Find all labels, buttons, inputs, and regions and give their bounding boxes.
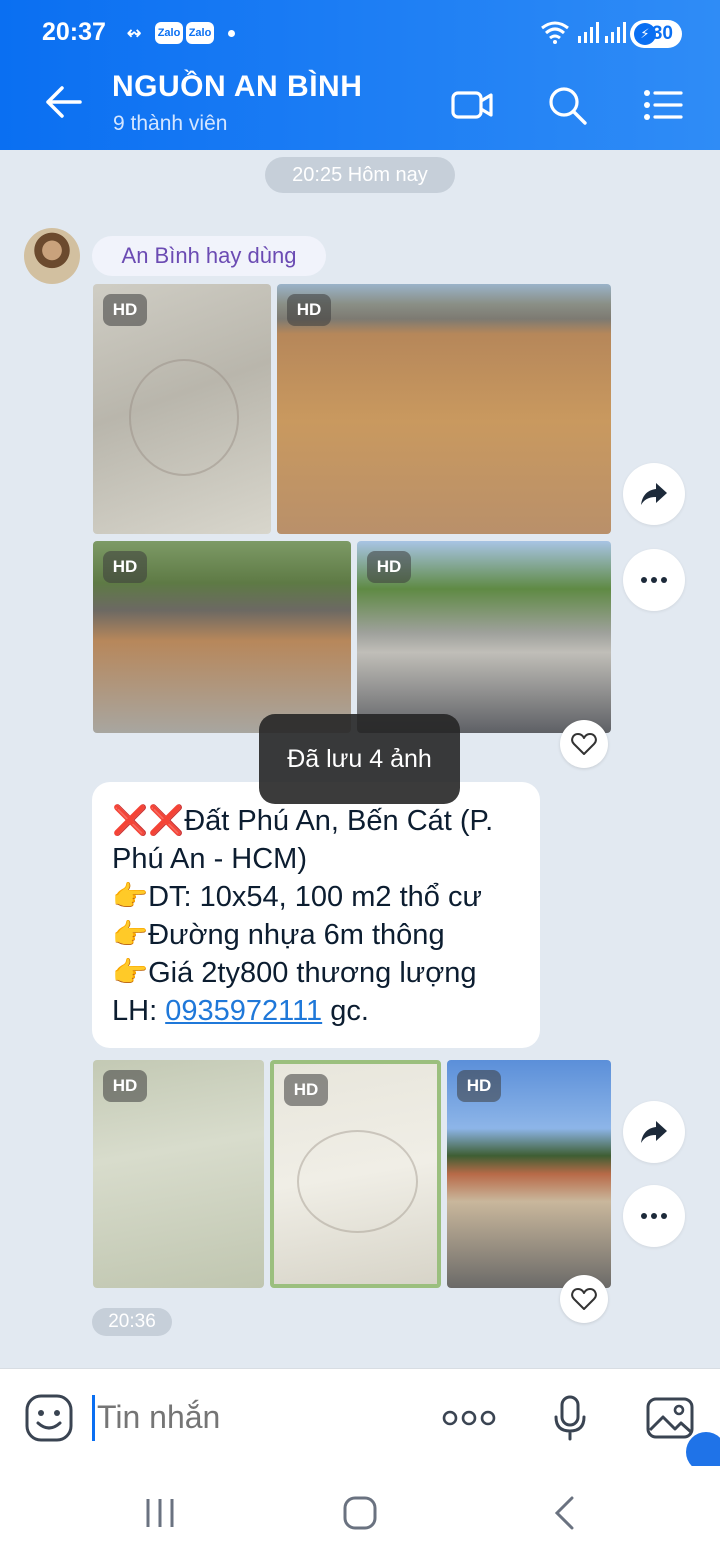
photo-thumbnail[interactable]: HD [447, 1060, 611, 1288]
charging-icon: ⚡ [634, 23, 656, 45]
gallery-button[interactable] [643, 1391, 697, 1445]
messenger-icon: ↭ [126, 22, 142, 43]
home-button[interactable] [330, 1488, 390, 1538]
hd-badge: HD [284, 1074, 328, 1106]
battery-indicator: ⚡ 30 [630, 20, 682, 48]
pointing-hand-icon: 👉 [112, 881, 149, 913]
signal-icon [605, 22, 626, 43]
message-text: LH: [112, 995, 166, 1027]
signal-icon [578, 22, 599, 43]
text-caret [92, 1395, 95, 1441]
recent-apps-button[interactable] [130, 1488, 190, 1538]
search-button[interactable] [544, 82, 590, 128]
hd-badge: HD [103, 1070, 147, 1102]
like-button[interactable] [560, 1275, 608, 1323]
message-text: Đất Phú An, Bến Cát (P. [184, 805, 494, 837]
share-arrow-icon [641, 483, 667, 505]
share-button[interactable] [623, 1101, 685, 1163]
message-text: Giá 2ty800 thương lượng [148, 957, 477, 989]
more-button[interactable] [623, 1185, 685, 1247]
search-icon [549, 87, 587, 125]
avatar[interactable] [24, 228, 80, 284]
zalo-notification-icon: Zalo [155, 22, 183, 44]
hd-badge: HD [103, 551, 147, 583]
message-line: LH: 0935972111 gc. [112, 992, 520, 1030]
chevron-left-icon [554, 1496, 574, 1530]
message-line: ❌❌Đất Phú An, Bến Cát (P. [112, 802, 520, 840]
zalo-notification-icon: Zalo [186, 22, 214, 44]
menu-button[interactable] [640, 82, 686, 128]
hd-badge: HD [457, 1070, 501, 1102]
date-separator: 20:25 Hôm nay [265, 157, 455, 193]
saved-toast: Đã lưu 4 ảnh [259, 714, 460, 804]
like-button[interactable] [560, 720, 608, 768]
heart-icon [571, 733, 597, 755]
cross-mark-icon: ❌❌ [112, 805, 185, 837]
member-count[interactable]: 9 thành viên [113, 112, 227, 136]
message-bubble[interactable]: ❌❌Đất Phú An, Bến Cát (P. Phú An - HCM) … [92, 782, 540, 1048]
sender-name[interactable]: An Bình hay dùng [92, 236, 326, 276]
top-bar: 20:37 ↭ Zalo Zalo ⚡ 30 NGUỒN AN BÌNH 9 t… [0, 0, 720, 150]
pointing-hand-icon: 👉 [112, 919, 149, 951]
recents-icon [146, 1499, 174, 1527]
photo-thumbnail[interactable]: HD [93, 1060, 264, 1288]
message-time: 20:36 [92, 1308, 172, 1336]
message-text: gc. [322, 995, 369, 1027]
photo-thumbnail[interactable]: HD [93, 284, 271, 534]
pointing-hand-icon: 👉 [112, 957, 149, 989]
message-text: Phú An - HCM) [112, 843, 307, 875]
system-nav-bar [0, 1466, 720, 1560]
heart-icon [571, 1288, 597, 1310]
menu-list-icon [644, 90, 683, 120]
status-time: 20:37 [42, 18, 106, 46]
message-composer [0, 1368, 720, 1466]
photo-thumbnail[interactable]: HD [93, 541, 351, 733]
message-input[interactable] [97, 1391, 417, 1443]
message-line: 👉Đường nhựa 6m thông [112, 916, 520, 954]
image-icon [646, 1397, 694, 1439]
voice-button[interactable] [543, 1391, 597, 1445]
hd-badge: HD [103, 294, 147, 326]
more-dots-icon [641, 577, 667, 583]
emoji-icon[interactable] [24, 1393, 74, 1443]
more-dots-icon [641, 1213, 667, 1219]
video-camera-icon [451, 91, 493, 119]
wifi-icon [541, 21, 569, 44]
message-line: Phú An - HCM) [112, 840, 520, 878]
arrow-left-icon[interactable] [40, 82, 84, 122]
group-title[interactable]: NGUỒN AN BÌNH [112, 70, 362, 104]
home-icon [343, 1496, 377, 1530]
photo-thumbnail[interactable]: HD [357, 541, 611, 733]
message-line: 👉Giá 2ty800 thương lượng [112, 954, 520, 992]
notification-dot-icon [228, 30, 235, 37]
more-options-button[interactable] [442, 1391, 496, 1445]
message-text: DT: 10x54, 100 m2 thổ cư [148, 881, 482, 913]
hd-badge: HD [367, 551, 411, 583]
status-bar: 20:37 ↭ Zalo Zalo ⚡ 30 [0, 0, 720, 66]
share-arrow-icon [641, 1121, 667, 1143]
phone-link[interactable]: 0935972111 [165, 995, 322, 1027]
back-button[interactable] [535, 1488, 595, 1538]
video-call-button[interactable] [449, 82, 495, 128]
more-button[interactable] [623, 549, 685, 611]
microphone-icon [554, 1395, 586, 1441]
photo-thumbnail[interactable]: HD [277, 284, 611, 534]
message-line: 👉DT: 10x54, 100 m2 thổ cư [112, 878, 520, 916]
message-text: Đường nhựa 6m thông [148, 919, 445, 951]
photo-thumbnail[interactable]: HD [270, 1060, 441, 1288]
hd-badge: HD [287, 294, 331, 326]
share-button[interactable] [623, 463, 685, 525]
more-dots-icon [442, 1410, 496, 1426]
